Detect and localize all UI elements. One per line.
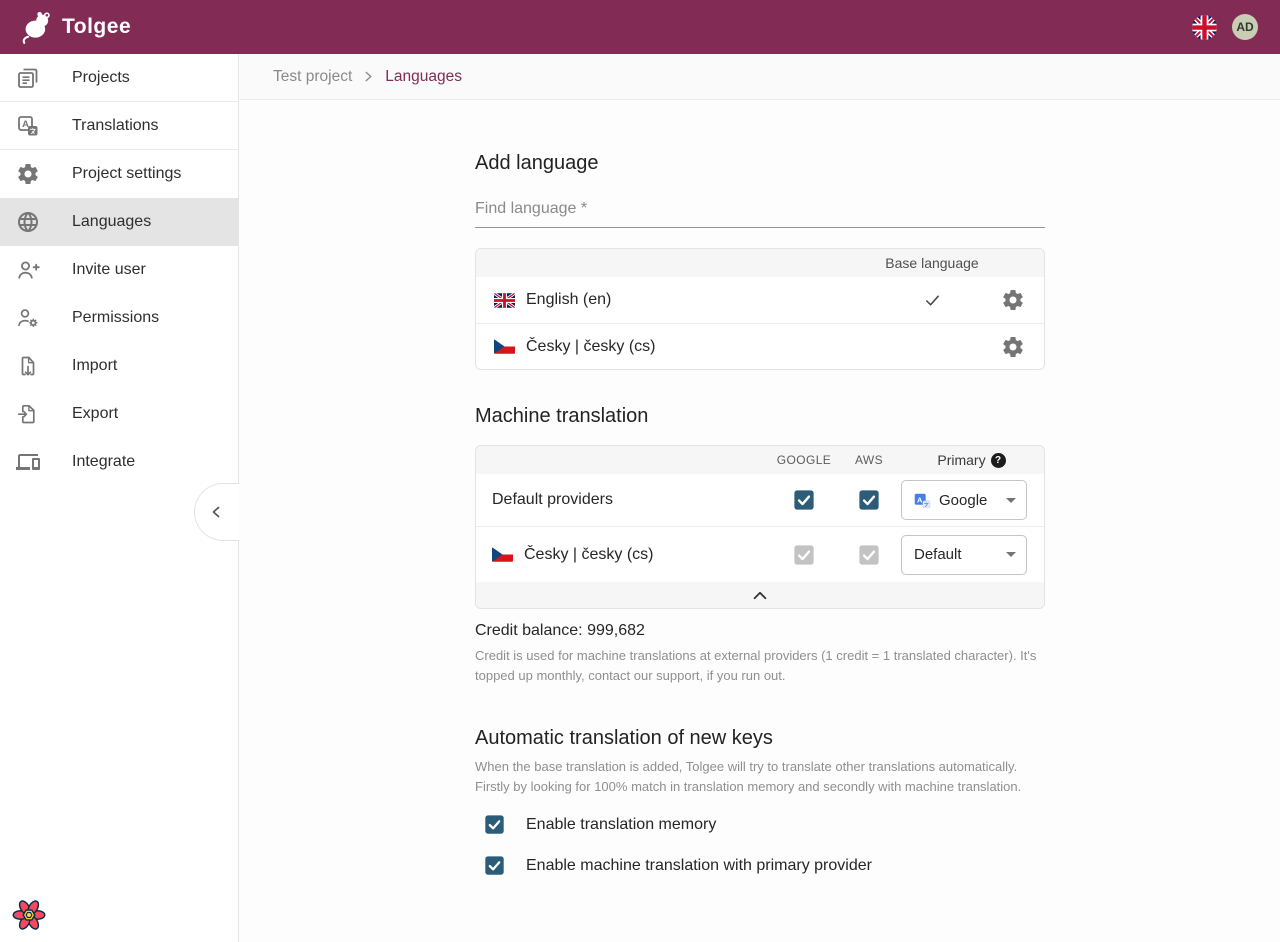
import-file-icon	[16, 354, 40, 378]
globe-icon	[16, 210, 40, 234]
sidebar-item-languages[interactable]: Languages	[0, 198, 238, 246]
sidebar-item-label: Integrate	[72, 453, 135, 471]
sidebar-item-label: Translations	[72, 117, 159, 135]
aws-column-header: AWS	[839, 453, 899, 467]
primary-provider-select[interactable]: A Google	[901, 480, 1027, 520]
sidebar-item-integrate[interactable]: Integrate	[0, 438, 238, 486]
sidebar-item-label: Invite user	[72, 261, 146, 279]
language-row-english: English (en)	[476, 277, 1044, 323]
sidebar-item-label: Permissions	[72, 309, 159, 327]
language-settings-gear-icon[interactable]	[999, 333, 1027, 361]
google-checkbox-disabled	[793, 544, 815, 566]
main-area: Test project Languages Add language Base…	[240, 54, 1280, 942]
dropdown-arrow-icon	[1006, 552, 1016, 557]
projects-icon	[16, 66, 40, 90]
base-language-column-header: Base language	[882, 255, 982, 271]
primary-column-header: Primary	[937, 452, 985, 468]
language-settings-gear-icon[interactable]	[999, 286, 1027, 314]
brand-name: Tolgee	[62, 15, 131, 39]
sidebar-item-label: Export	[72, 405, 118, 423]
sidebar-item-projects[interactable]: Projects	[0, 54, 238, 102]
enable-translation-memory-row: Enable translation memory	[475, 814, 1045, 835]
aws-checkbox-disabled	[858, 544, 880, 566]
add-language-title: Add language	[475, 150, 1045, 176]
tolgee-mouse-icon	[22, 10, 53, 44]
avatar[interactable]: AD	[1232, 14, 1258, 40]
sidebar-item-permissions[interactable]: Permissions	[0, 294, 238, 342]
translations-icon: A	[16, 114, 40, 138]
devices-icon	[16, 450, 40, 474]
dropdown-arrow-icon	[1006, 498, 1016, 503]
machine-translation-title: Machine translation	[475, 403, 1045, 429]
breadcrumb-current[interactable]: Languages	[385, 68, 462, 86]
google-translate-icon: A	[914, 492, 931, 509]
translation-memory-checkbox[interactable]	[484, 814, 505, 835]
language-switcher-flag-icon[interactable]	[1192, 15, 1217, 40]
credit-description: Credit is used for machine translations …	[475, 646, 1045, 685]
google-checkbox[interactable]	[793, 489, 815, 511]
help-icon[interactable]: ?	[991, 453, 1006, 468]
sidebar-item-import[interactable]: Import	[0, 342, 238, 390]
svg-text:A: A	[917, 495, 923, 504]
checkbox-label: Enable machine translation with primary …	[526, 857, 872, 875]
person-gear-icon	[16, 306, 40, 330]
mt-row-default-providers: Default providers	[476, 474, 1044, 526]
mt-table-header: GOOGLE AWS Primary ?	[476, 446, 1044, 474]
aws-checkbox[interactable]	[858, 489, 880, 511]
selected-provider: Default	[914, 546, 998, 563]
sidebar-item-export[interactable]: Export	[0, 390, 238, 438]
language-name: Česky | česky (cs)	[526, 338, 656, 356]
sidebar-item-invite-user[interactable]: Invite user	[0, 246, 238, 294]
chevron-up-icon	[751, 590, 769, 601]
find-language-input[interactable]	[475, 193, 1045, 228]
sidebar-item-translations[interactable]: A Translations	[0, 102, 238, 150]
sidebar-item-label: Import	[72, 357, 117, 375]
react-query-devtools-button[interactable]	[11, 897, 47, 933]
languages-table-header: Base language	[476, 249, 1044, 277]
gear-icon	[16, 162, 40, 186]
sidebar: Projects A Translations Project settings…	[0, 54, 239, 942]
auto-translation-title: Automatic translation of new keys	[475, 725, 1045, 751]
breadcrumb-project[interactable]: Test project	[273, 68, 352, 86]
mt-table-collapse-button[interactable]	[476, 582, 1044, 608]
breadcrumb: Test project Languages	[240, 54, 1280, 100]
checkbox-label: Enable translation memory	[526, 816, 716, 834]
language-row-czech: Česky | česky (cs)	[476, 323, 1044, 369]
selected-provider: Google	[939, 492, 998, 509]
brand-logo[interactable]: Tolgee	[22, 10, 131, 44]
enable-machine-translation-row: Enable machine translation with primary …	[475, 855, 1045, 876]
mt-row-label: Default providers	[492, 491, 613, 509]
app-header: Tolgee AD	[0, 0, 1280, 54]
language-name: English (en)	[526, 291, 611, 309]
cz-flag-icon	[492, 547, 513, 562]
sidebar-item-label: Project settings	[72, 165, 181, 183]
gb-flag-icon	[494, 293, 515, 308]
machine-translation-table: GOOGLE AWS Primary ? Default providers	[475, 445, 1045, 609]
machine-translation-checkbox[interactable]	[484, 855, 505, 876]
chevron-right-icon	[363, 71, 374, 82]
auto-translation-description: When the base translation is added, Tolg…	[475, 757, 1045, 796]
mt-row-label: Česky | česky (cs)	[524, 546, 654, 564]
credit-balance: Credit balance: 999,682	[475, 622, 1045, 640]
sidebar-item-label: Projects	[72, 69, 130, 87]
cz-flag-icon	[494, 339, 515, 354]
languages-table: Base language	[475, 248, 1045, 370]
base-language-checkmark-icon	[882, 292, 982, 309]
mt-row-czech: Česky | česky (cs)	[476, 526, 1044, 582]
sidebar-item-project-settings[interactable]: Project settings	[0, 150, 238, 198]
primary-provider-select[interactable]: Default	[901, 535, 1027, 575]
person-add-icon	[16, 258, 40, 282]
chevron-left-icon	[209, 504, 225, 520]
sidebar-item-label: Languages	[72, 213, 151, 231]
export-file-icon	[16, 402, 40, 426]
google-column-header: GOOGLE	[769, 453, 839, 467]
sidebar-collapse-button[interactable]	[194, 483, 239, 541]
